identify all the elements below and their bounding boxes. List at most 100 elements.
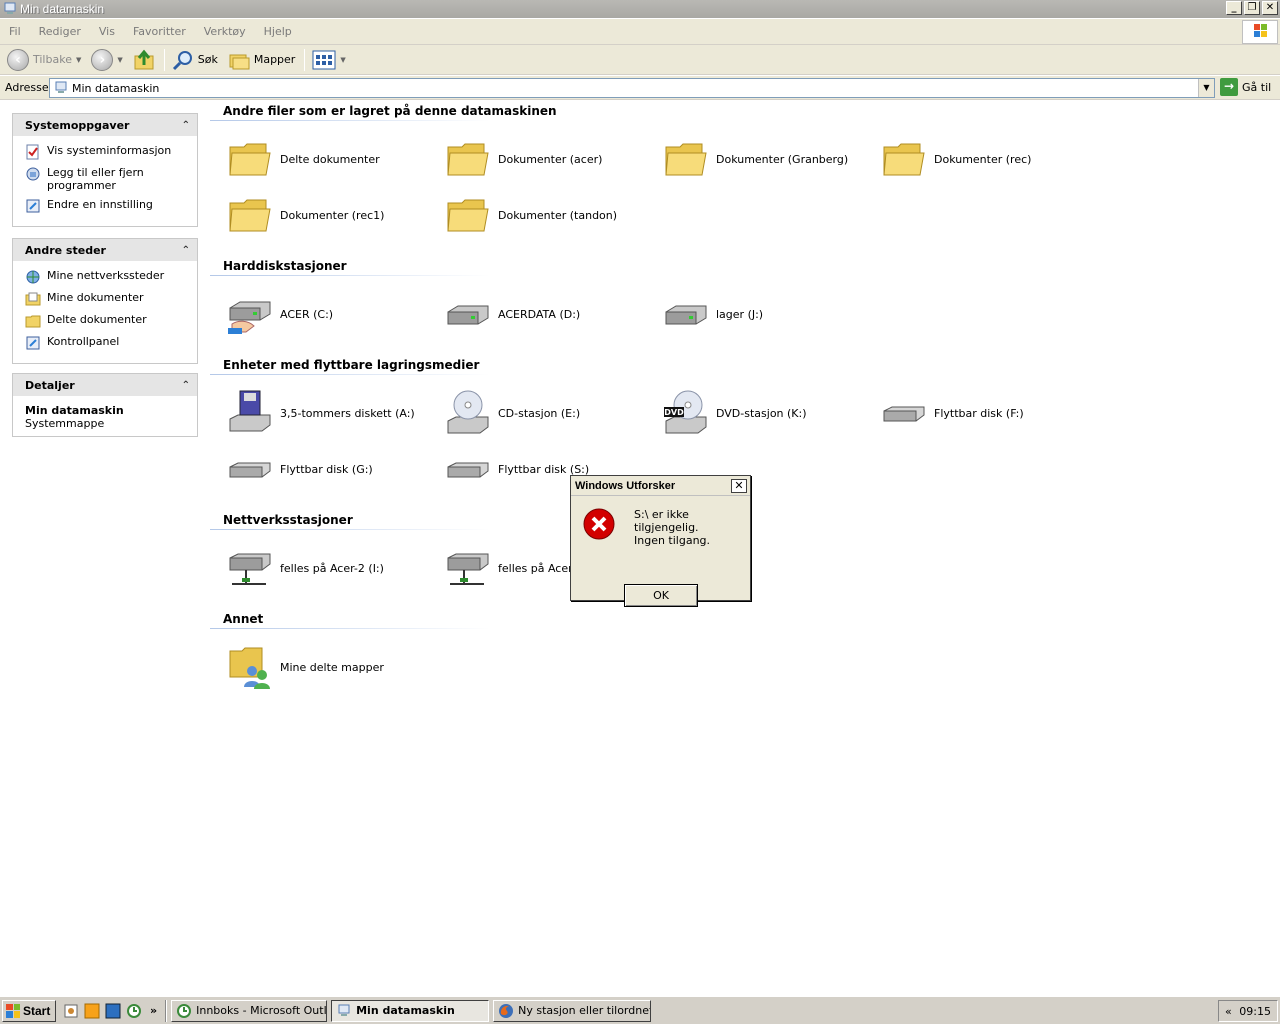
- search-button[interactable]: Søk: [169, 47, 221, 73]
- task-pane: Systemoppgaver ⌃ Vis systeminformasjon L…: [0, 101, 210, 995]
- network-drive-icon: [229, 553, 271, 585]
- network-drive-item[interactable]: felles på Acer-2 (I:): [226, 544, 436, 592]
- drive-item[interactable]: CD-stasjon (E:): [444, 389, 654, 437]
- collapse-icon[interactable]: ⌃: [182, 380, 190, 391]
- taskbar-item-new-drive[interactable]: Ny stasjon eller tilordnet ...: [493, 999, 652, 1022]
- restore-button[interactable]: ❐: [1244, 1, 1260, 15]
- place-shared-documents[interactable]: Delte dokumenter: [25, 313, 187, 329]
- drive-item[interactable]: DVD DVD-stasjon (K:): [662, 389, 872, 437]
- forward-button[interactable]: › ▼: [88, 47, 125, 73]
- collapse-icon[interactable]: ⌃: [182, 120, 190, 131]
- close-button[interactable]: ✕: [1262, 1, 1278, 15]
- folder-item[interactable]: Dokumenter (rec): [880, 135, 1090, 183]
- control-panel-icon: [26, 199, 40, 213]
- svg-text:DVD: DVD: [664, 408, 684, 417]
- drive-item[interactable]: ACERDATA (D:): [444, 290, 654, 338]
- collapse-icon[interactable]: ⌃: [182, 245, 190, 256]
- drive-label: Flyttbar disk (F:): [934, 406, 1024, 420]
- drive-item[interactable]: lager (J:): [662, 290, 872, 338]
- menu-edit[interactable]: Rediger: [30, 25, 90, 38]
- up-folder-button[interactable]: [130, 47, 158, 73]
- folder-label: Delte dokumenter: [280, 152, 380, 166]
- menu-view[interactable]: Vis: [90, 25, 124, 38]
- folder-label: Dokumenter (Granberg): [716, 152, 849, 166]
- menu-file[interactable]: Fil: [0, 25, 30, 38]
- drive-label: Flyttbar disk (G:): [280, 462, 373, 476]
- task-change-setting[interactable]: Endre en innstilling: [25, 198, 187, 214]
- taskbar-item-outlook[interactable]: Innboks - Microsoft Outlook: [171, 999, 328, 1022]
- place-control-panel[interactable]: Kontrollpanel: [25, 335, 187, 351]
- chevron-down-icon[interactable]: ▼: [340, 56, 345, 64]
- details-header[interactable]: Detaljer ⌃: [13, 374, 197, 396]
- menu-favorites[interactable]: Favoritter: [124, 25, 195, 38]
- dvd-drive-icon: DVD: [664, 390, 707, 434]
- tray-expand-button[interactable]: «: [1225, 1005, 1232, 1018]
- task-system-info[interactable]: Vis systeminformasjon: [25, 144, 187, 160]
- system-tasks-header[interactable]: Systemoppgaver ⌃: [13, 114, 197, 136]
- show-desktop-icon[interactable]: [63, 1003, 79, 1019]
- folder-item[interactable]: Delte dokumenter: [226, 135, 436, 183]
- folder-icon: [447, 143, 489, 176]
- address-label: Adresse: [5, 81, 49, 94]
- quicklaunch-overflow-button[interactable]: »: [150, 1004, 157, 1017]
- network-drive-icon: [447, 553, 489, 585]
- dialog-title-bar[interactable]: Windows Utforsker ✕: [571, 476, 750, 496]
- hard-drive-icon: [665, 305, 707, 325]
- drive-item[interactable]: 3,5-tommers diskett (A:): [226, 389, 436, 437]
- menu-help[interactable]: Hjelp: [255, 25, 301, 38]
- windows-flag-icon: [6, 1003, 20, 1018]
- drive-label: ACERDATA (D:): [498, 307, 581, 321]
- chevron-down-icon[interactable]: ▼: [117, 56, 122, 64]
- chevron-down-icon[interactable]: ▼: [76, 56, 81, 64]
- section-divider: [210, 275, 490, 276]
- place-network[interactable]: Mine nettverkssteder: [25, 269, 187, 285]
- toolbar-separator: [304, 48, 306, 71]
- title-bar[interactable]: Min datamaskin _ ❐ ✕: [0, 0, 1280, 18]
- taskbar-separator: [165, 999, 168, 1022]
- section-divider: [210, 374, 490, 375]
- other-places-header[interactable]: Andre steder ⌃: [13, 239, 197, 261]
- removable-disk-icon: [229, 462, 271, 478]
- shared-folders-item[interactable]: Mine delte mapper: [226, 643, 436, 691]
- folder-icon: [229, 199, 271, 232]
- task-change-setting-label: Endre en innstilling: [47, 198, 153, 211]
- toolbar: ‹ Tilbake ▼ › ▼ Søk Mapper ▼: [0, 45, 1280, 75]
- folder-item[interactable]: Dokumenter (rec1): [226, 191, 436, 239]
- go-button[interactable]: → Gå til: [1220, 78, 1271, 96]
- folder-item[interactable]: Dokumenter (Granberg): [662, 135, 872, 183]
- photoshop-icon[interactable]: [105, 1003, 121, 1019]
- start-button[interactable]: Start: [2, 999, 56, 1022]
- back-button[interactable]: ‹ Tilbake ▼: [4, 47, 84, 73]
- outlook-quicklaunch-icon[interactable]: [126, 1003, 142, 1019]
- go-arrow-icon: →: [1220, 78, 1238, 96]
- minimize-button[interactable]: _: [1226, 1, 1242, 15]
- folders-button[interactable]: Mapper: [225, 47, 299, 73]
- taskbar-item-my-computer[interactable]: Min datamaskin: [331, 999, 490, 1022]
- ok-button[interactable]: OK: [624, 584, 698, 607]
- taskbar-item-label: Ny stasjon eller tilordnet ...: [518, 1004, 652, 1017]
- shared-folders-icon: [229, 647, 270, 689]
- task-add-remove-programs[interactable]: Legg til eller fjern programmer: [25, 166, 187, 192]
- search-label: Søk: [197, 53, 218, 66]
- clock[interactable]: 09:15: [1239, 1005, 1271, 1018]
- network-places-icon: [26, 270, 40, 284]
- shared-folders-label: Mine delte mapper: [280, 660, 384, 674]
- computer-icon: [55, 81, 67, 93]
- taskbar: Start » Innboks - Microsoft Outlook Min …: [0, 996, 1280, 1024]
- address-input[interactable]: Min datamaskin ▼: [49, 78, 1215, 98]
- drive-item[interactable]: Flyttbar disk (G:): [226, 445, 436, 493]
- drive-label: 3,5-tommers diskett (A:): [280, 406, 415, 420]
- address-dropdown-button[interactable]: ▼: [1198, 79, 1214, 97]
- error-icon: [583, 508, 615, 540]
- folder-item[interactable]: Dokumenter (acer): [444, 135, 654, 183]
- folder-item[interactable]: Dokumenter (tandon): [444, 191, 654, 239]
- illustrator-icon[interactable]: [84, 1003, 100, 1019]
- drive-item[interactable]: Flyttbar disk (F:): [880, 389, 1090, 437]
- drive-item[interactable]: ACER (C:): [226, 290, 436, 338]
- menu-tools[interactable]: Verktøy: [195, 25, 255, 38]
- section-files-heading: Andre filer som er lagret på denne datam…: [223, 104, 557, 118]
- views-button[interactable]: ▼: [309, 47, 348, 73]
- place-my-documents[interactable]: Mine dokumenter: [25, 291, 187, 307]
- drive-label: DVD-stasjon (K:): [716, 406, 807, 420]
- dialog-close-button[interactable]: ✕: [731, 478, 747, 493]
